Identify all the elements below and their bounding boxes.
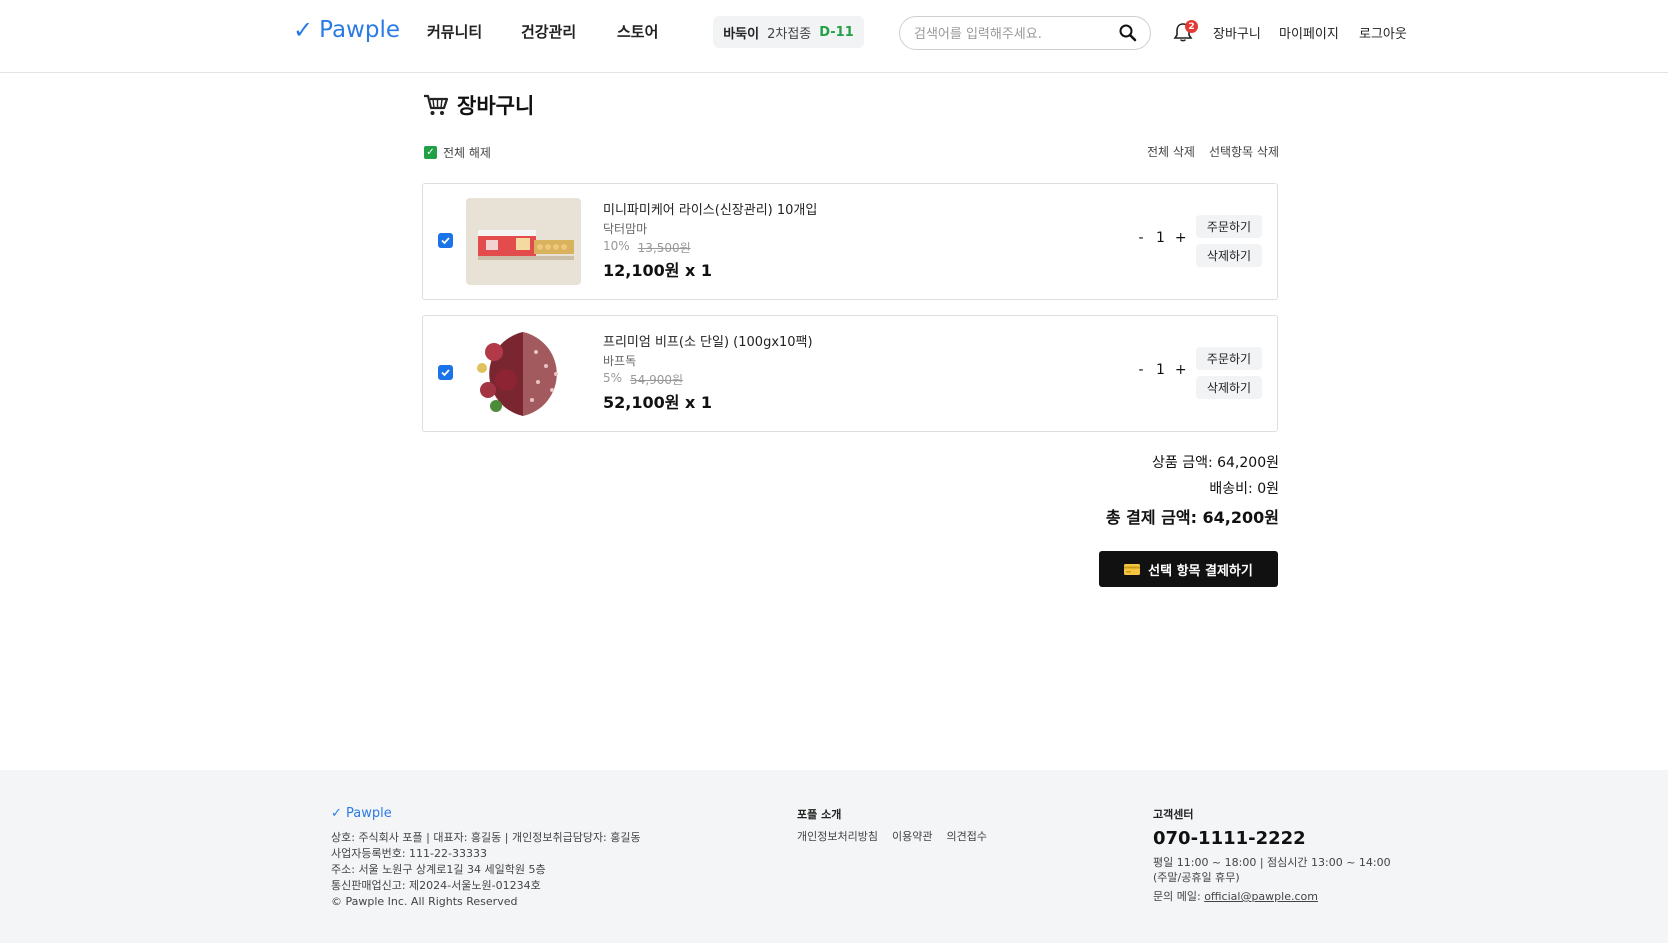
terms-link[interactable]: 이용약관 — [892, 828, 932, 844]
discount-rate: 10% — [603, 239, 630, 253]
original-price: 13,500원 — [637, 241, 691, 255]
item-checkbox[interactable] — [438, 365, 453, 380]
qty-value: 1 — [1156, 362, 1165, 378]
mail-link[interactable]: official@pawple.com — [1204, 890, 1318, 903]
about-title: 포플 소개 — [797, 808, 842, 821]
select-all-label: 전체 해제 — [443, 146, 491, 160]
vaccine-dday-chip[interactable]: 바둑이 2차접종 D-11 — [713, 16, 864, 48]
footer-about: 포플 소개 개인정보처리방침 이용약관 의견접수 — [797, 806, 987, 844]
nav-store[interactable]: 스토어 — [617, 21, 658, 42]
final-price: 52,100원 x 1 — [603, 393, 713, 412]
nav-health[interactable]: 건강관리 — [521, 21, 576, 42]
shipping-fee: 배송비: 0원 — [1209, 478, 1279, 498]
mypage-link[interactable]: 마이페이지 — [1279, 23, 1339, 42]
original-price: 54,900원 — [630, 373, 684, 387]
qty-value: 1 — [1156, 230, 1165, 246]
product-image — [466, 330, 581, 417]
logo-text: Pawple — [319, 17, 400, 43]
vaccine-label: 2차접종 — [767, 26, 812, 42]
logo-check-icon: ✓ — [293, 16, 314, 44]
logo[interactable]: ✓ Pawple — [293, 16, 400, 44]
delete-all-button[interactable]: 전체 삭제 — [1147, 143, 1195, 160]
search-input[interactable] — [914, 24, 1114, 44]
product-brand: 바프독 — [603, 354, 637, 368]
search-icon[interactable] — [1118, 23, 1138, 43]
company-info-line: 통신판매업신고: 제2024-서울노원-01234호 — [331, 879, 541, 892]
delete-selected-button[interactable]: 선택항목 삭제 — [1209, 143, 1279, 160]
shipping-fee-text: 배송비: 0원 — [1209, 481, 1279, 497]
product-name[interactable]: 미니파미케어 라이스(신장관리) 10개입 — [603, 199, 817, 218]
cart-link[interactable]: 장바구니 — [1213, 23, 1261, 42]
product-amount: 상품 금액: 64,200원 — [1152, 452, 1279, 472]
nav-community[interactable]: 커뮤니티 — [427, 21, 482, 42]
quantity-stepper: - 1 + — [1136, 362, 1187, 378]
order-button[interactable]: 주문하기 — [1196, 215, 1262, 238]
product-amount-text: 상품 금액: 64,200원 — [1151, 455, 1279, 471]
cart-item: 미니파미케어 라이스(신장관리) 10개입 닥터맘마 10% 13,500원 1… — [422, 183, 1278, 300]
cs-phone: 070-1111-2222 — [1153, 828, 1306, 849]
qty-minus-button[interactable]: - — [1136, 362, 1146, 378]
page-title-text: 장바구니 — [457, 94, 535, 118]
footer-logo[interactable]: ✓ Pawple — [331, 806, 392, 821]
cart-item: 프리미엄 비프(소 단일) (100gx10팩) 바프독 5% 54,900원 … — [422, 315, 1278, 432]
logout-link[interactable]: 로그아웃 — [1359, 23, 1407, 42]
cs-mail: 문의 메일: official@pawple.com — [1153, 888, 1391, 904]
pay-button-label: 선택 항목 결제하기 — [1148, 563, 1253, 579]
price-row: 5% 54,900원 — [603, 371, 683, 388]
company-info-line: 주소: 서울 노원구 상계로1길 34 세일학원 5층 — [331, 863, 546, 876]
select-all-toggle[interactable]: ✓ 전체 해제 — [424, 144, 491, 161]
delete-button[interactable]: 삭제하기 — [1196, 244, 1262, 267]
footer-links: 개인정보처리방침 이용약관 의견접수 — [797, 828, 987, 844]
discount-rate: 5% — [603, 371, 623, 385]
page-title: 장바구니 — [423, 90, 534, 120]
cs-holiday-text: (주말/공휴일 휴무) — [1153, 871, 1240, 884]
company-info-line: 상호: 주식회사 포플 | 대표자: 홍길동 | 개인정보취급담당자: 홍길동 — [331, 831, 641, 844]
pay-selected-button[interactable]: 선택 항목 결제하기 — [1099, 551, 1278, 587]
feedback-link[interactable]: 의견접수 — [946, 828, 986, 844]
qty-plus-button[interactable]: + — [1175, 362, 1187, 378]
app-root: ✓ Pawple 커뮤니티 건강관리 스토어 바둑이 2차접종 D-11 2 장… — [0, 0, 1668, 943]
dday-badge: D-11 — [819, 24, 854, 40]
item-checkbox[interactable] — [438, 233, 453, 248]
price-row: 10% 13,500원 — [603, 239, 691, 256]
cart-icon — [424, 94, 449, 115]
quantity-stepper: - 1 + — [1136, 230, 1187, 246]
search-box — [899, 16, 1151, 50]
cart-bulk-actions: 전체 삭제 선택항목 삭제 — [1147, 143, 1279, 160]
site-footer: ✓ Pawple 상호: 주식회사 포플 | 대표자: 홍길동 | 개인정보취급… — [0, 770, 1668, 943]
mail-label: 문의 메일: — [1153, 890, 1205, 903]
qty-minus-button[interactable]: - — [1136, 230, 1146, 246]
cs-hours: 평일 11:00 ~ 18:00 | 점심시간 13:00 ~ 14:00 (주… — [1153, 855, 1391, 885]
qty-plus-button[interactable]: + — [1175, 230, 1187, 246]
product-image — [466, 198, 581, 285]
product-brand: 닥터맘마 — [603, 222, 648, 236]
pet-name: 바둑이 — [723, 26, 760, 42]
copyright: © Pawple Inc. All Rights Reserved — [331, 895, 518, 908]
delete-button[interactable]: 삭제하기 — [1196, 376, 1262, 399]
company-info-line: 사업자등록번호: 111-22-33333 — [331, 847, 487, 860]
cs-hours-text: 평일 11:00 ~ 18:00 | 점심시간 13:00 ~ 14:00 — [1153, 856, 1391, 869]
order-button[interactable]: 주문하기 — [1196, 347, 1262, 370]
final-price: 12,100원 x 1 — [603, 261, 713, 280]
product-name[interactable]: 프리미엄 비프(소 단일) (100gx10팩) — [603, 331, 813, 350]
notification-badge: 2 — [1185, 20, 1198, 33]
cs-title: 고객센터 — [1153, 808, 1194, 821]
total-amount: 총 결제 금액: 64,200원 — [1105, 508, 1279, 527]
credit-card-icon — [1124, 563, 1141, 575]
site-header: ✓ Pawple 커뮤니티 건강관리 스토어 바둑이 2차접종 D-11 2 장… — [0, 0, 1668, 73]
customer-center: 고객센터 070-1111-2222 평일 11:00 ~ 18:00 | 점심… — [1153, 806, 1391, 904]
privacy-policy-link[interactable]: 개인정보처리방침 — [797, 828, 878, 844]
company-info: 상호: 주식회사 포플 | 대표자: 홍길동 | 개인정보취급담당자: 홍길동 … — [331, 830, 641, 910]
check-icon[interactable]: ✓ — [424, 146, 437, 159]
